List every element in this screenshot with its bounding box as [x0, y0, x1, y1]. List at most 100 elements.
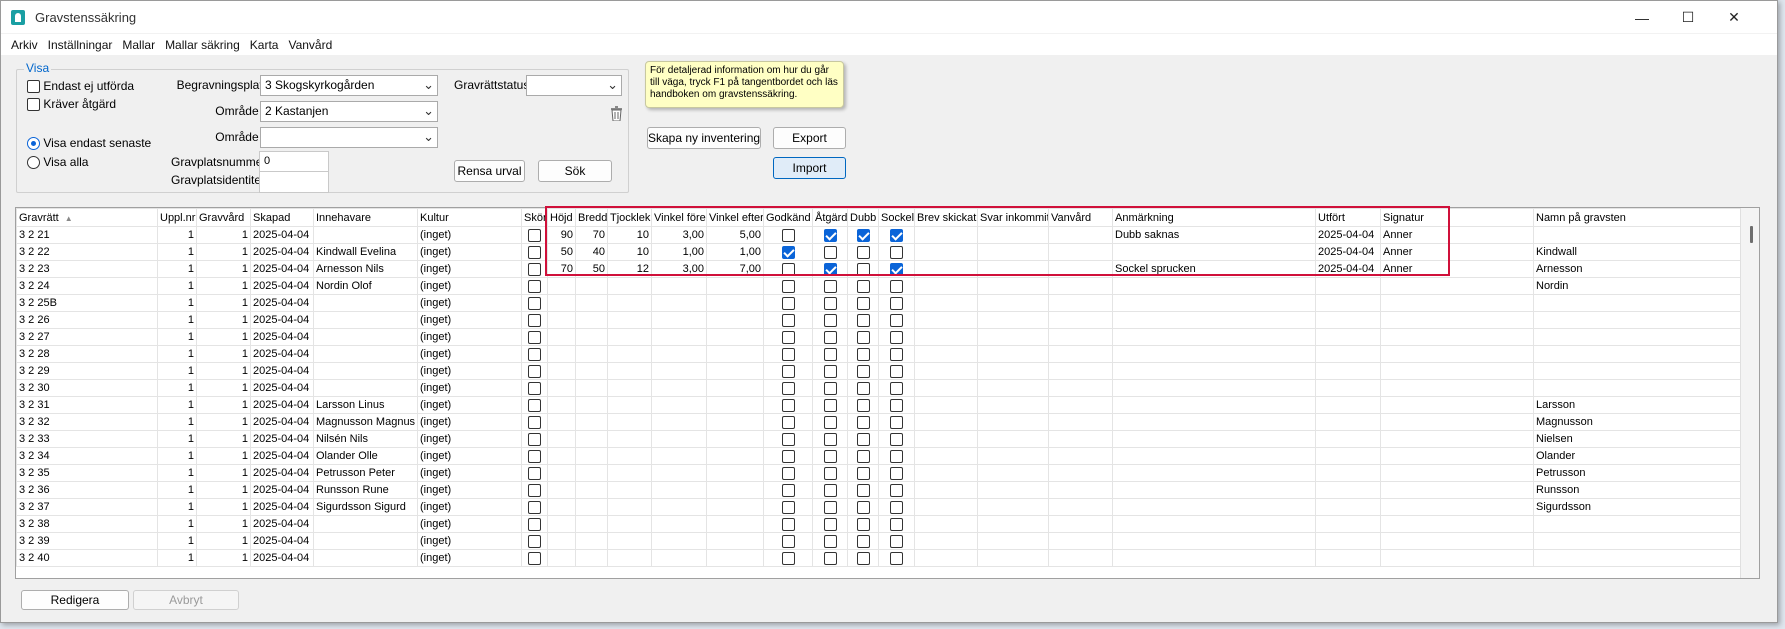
cell-gravratt[interactable]: 3 2 29 [16, 362, 158, 380]
skort-checkbox[interactable] [528, 330, 541, 344]
cell-hojd[interactable] [547, 277, 576, 295]
cell-dubb[interactable] [847, 447, 879, 465]
sockel-checkbox[interactable] [890, 228, 903, 242]
cell-innehavare[interactable] [313, 311, 418, 329]
cell-hojd[interactable] [547, 294, 576, 312]
dubb-checkbox[interactable] [856, 500, 870, 514]
menu-mallar-sakring[interactable]: Mallar säkring [160, 38, 245, 52]
atgard-checkbox[interactable] [823, 517, 837, 531]
cell-vinkel-efter[interactable]: 7,00 [706, 260, 764, 278]
table-row[interactable]: 3 2 36 1 1 2025-04-04 Runsson Rune (inget) Run… [16, 481, 1742, 499]
cell-svar-inkommit[interactable] [977, 243, 1049, 261]
cell-utfort[interactable] [1315, 277, 1381, 295]
cell-svar-inkommit[interactable] [977, 447, 1049, 465]
cell-bredd[interactable] [575, 345, 608, 363]
omr2-combo[interactable]: ⌄ [260, 127, 438, 148]
cell-dubb[interactable] [847, 277, 879, 295]
cell-vinkel-fore[interactable] [651, 430, 707, 448]
cell-atgard[interactable] [812, 515, 848, 533]
sockel-checkbox[interactable] [890, 483, 903, 497]
atgard-checkbox[interactable] [823, 279, 837, 293]
cell-innehavare[interactable]: Petrusson Peter [313, 464, 418, 482]
status-combo[interactable]: ⌄ [526, 75, 622, 96]
cell-brev-skickat[interactable] [914, 430, 978, 448]
cell-gravratt[interactable]: 3 2 30 [16, 379, 158, 397]
cell-skapad[interactable]: 2025-04-04 [250, 481, 314, 499]
cell-gravratt[interactable]: 3 2 40 [16, 549, 158, 567]
cell-tjocklek[interactable]: 10 [607, 226, 652, 244]
table-row[interactable]: 3 2 29 1 1 2025-04-04 (inget) [16, 362, 1742, 380]
dubb-checkbox[interactable] [856, 517, 870, 531]
atgard-checkbox[interactable] [823, 449, 837, 463]
cell-dubb[interactable] [847, 328, 879, 346]
cell-kultur[interactable]: (inget) [417, 430, 522, 448]
cell-vinkel-fore[interactable]: 3,00 [651, 226, 707, 244]
godkand-checkbox[interactable] [781, 551, 795, 565]
cell-anmarkning[interactable] [1112, 396, 1316, 414]
cell-svar-inkommit[interactable] [977, 345, 1049, 363]
cell-anmarkning[interactable] [1112, 379, 1316, 397]
atgard-checkbox[interactable] [823, 296, 837, 310]
cell-atgard[interactable] [812, 413, 848, 431]
search-button[interactable]: Sök [538, 160, 612, 182]
cell-sockel[interactable] [878, 243, 915, 261]
cell-utfort[interactable] [1315, 294, 1381, 312]
cell-vinkel-fore[interactable] [651, 464, 707, 482]
cell-godkand[interactable] [763, 345, 813, 363]
cell-gravratt[interactable]: 3 2 36 [16, 481, 158, 499]
atgard-checkbox[interactable] [823, 381, 837, 395]
atgard-checkbox[interactable] [823, 245, 837, 259]
atgard-checkbox[interactable] [823, 500, 837, 514]
col-vinkel-efter[interactable]: Vinkel efter [706, 208, 764, 227]
skort-checkbox[interactable] [528, 364, 541, 378]
cell-upplnr[interactable]: 1 [157, 396, 197, 414]
cell-utfort[interactable] [1315, 498, 1381, 516]
cell-skapad[interactable]: 2025-04-04 [250, 396, 314, 414]
cell-dubb[interactable] [847, 260, 879, 278]
sockel-checkbox[interactable] [890, 245, 903, 259]
dubb-checkbox[interactable] [856, 262, 870, 276]
export-button[interactable]: Export [773, 127, 846, 149]
cell-vinkel-efter[interactable] [706, 345, 764, 363]
cell-skapad[interactable]: 2025-04-04 [250, 515, 314, 533]
col-upplnr[interactable]: Uppl.nr [157, 208, 197, 227]
sockel-checkbox[interactable] [890, 347, 903, 361]
cell-kultur[interactable]: (inget) [417, 260, 522, 278]
cell-utfort[interactable] [1315, 481, 1381, 499]
cell-sockel[interactable] [878, 226, 915, 244]
cell-utfort[interactable] [1315, 532, 1381, 550]
cell-innehavare[interactable] [313, 294, 418, 312]
godkand-checkbox[interactable] [781, 449, 795, 463]
cell-utfort[interactable]: 2025-04-04 [1315, 226, 1381, 244]
close-button[interactable]: ✕ [1711, 1, 1757, 34]
create-inventory-button[interactable]: Skapa ny inventering [647, 127, 761, 149]
cell-signatur[interactable] [1380, 413, 1534, 431]
omr1-combo[interactable]: 2 Kastanjen ⌄ [260, 101, 438, 122]
cell-bredd[interactable] [575, 532, 608, 550]
cell-signatur[interactable] [1380, 549, 1534, 567]
skort-checkbox[interactable] [528, 517, 541, 531]
cell-bredd[interactable] [575, 362, 608, 380]
godkand-checkbox[interactable] [781, 381, 795, 395]
cell-innehavare[interactable] [313, 532, 418, 550]
cell-vinkel-fore[interactable] [651, 532, 707, 550]
table-row[interactable]: 3 2 38 1 1 2025-04-04 (inget) [16, 515, 1742, 533]
sockel-checkbox[interactable] [890, 551, 903, 565]
cell-vinkel-fore[interactable]: 1,00 [651, 243, 707, 261]
cell-bredd[interactable]: 50 [575, 260, 608, 278]
godkand-checkbox[interactable] [781, 517, 795, 531]
cell-utfort[interactable] [1315, 345, 1381, 363]
cell-skort[interactable] [521, 226, 548, 244]
cell-gravratt[interactable]: 3 2 22 [16, 243, 158, 261]
cell-namn-pa-gravsten[interactable] [1533, 362, 1742, 380]
cell-gravratt[interactable]: 3 2 39 [16, 532, 158, 550]
cell-atgard[interactable] [812, 294, 848, 312]
cell-skapad[interactable]: 2025-04-04 [250, 362, 314, 380]
atgard-checkbox[interactable] [823, 398, 837, 412]
cell-godkand[interactable] [763, 243, 813, 261]
cell-anmarkning[interactable] [1112, 413, 1316, 431]
cell-hojd[interactable] [547, 515, 576, 533]
skort-checkbox[interactable] [528, 245, 541, 259]
cell-svar-inkommit[interactable] [977, 277, 1049, 295]
cell-namn-pa-gravsten[interactable]: Olander [1533, 447, 1742, 465]
